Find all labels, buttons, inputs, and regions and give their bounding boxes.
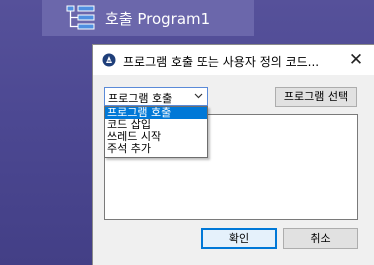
option-call-program[interactable]: 프로그램 호출 [105,107,207,119]
node-label: 호출 Program1 [105,10,211,28]
combobox-value: 프로그램 호출 [108,92,173,105]
type-combobox[interactable]: 프로그램 호출 [104,87,208,106]
dialog-titlebar[interactable]: 프로그램 호출 또는 사용자 정의 코드... ✕ [93,45,374,75]
ok-button[interactable]: 확인 [201,228,277,249]
app-logo-icon [102,53,116,67]
select-program-button[interactable]: 프로그램 선택 [275,87,357,107]
call-program-icon [66,5,95,30]
option-start-thread[interactable]: 쓰레드 시작 [105,131,207,143]
option-insert-code[interactable]: 코드 삽입 [105,119,207,131]
call-program-dialog: 프로그램 호출 또는 사용자 정의 코드... ✕ 프로그램 호출 프로그램 호… [92,44,374,265]
program-call-node[interactable]: 호출 Program1 [42,0,254,36]
close-icon: ✕ [348,50,364,70]
dialog-title: 프로그램 호출 또는 사용자 정의 코드... [123,55,320,69]
type-dropdown-list: 프로그램 호출 코드 삽입 쓰레드 시작 주석 추가 [104,106,208,158]
chevron-down-icon [194,93,203,99]
cancel-button[interactable]: 취소 [283,228,358,249]
option-add-comment[interactable]: 주석 추가 [105,143,207,155]
close-button[interactable]: ✕ [343,48,369,72]
